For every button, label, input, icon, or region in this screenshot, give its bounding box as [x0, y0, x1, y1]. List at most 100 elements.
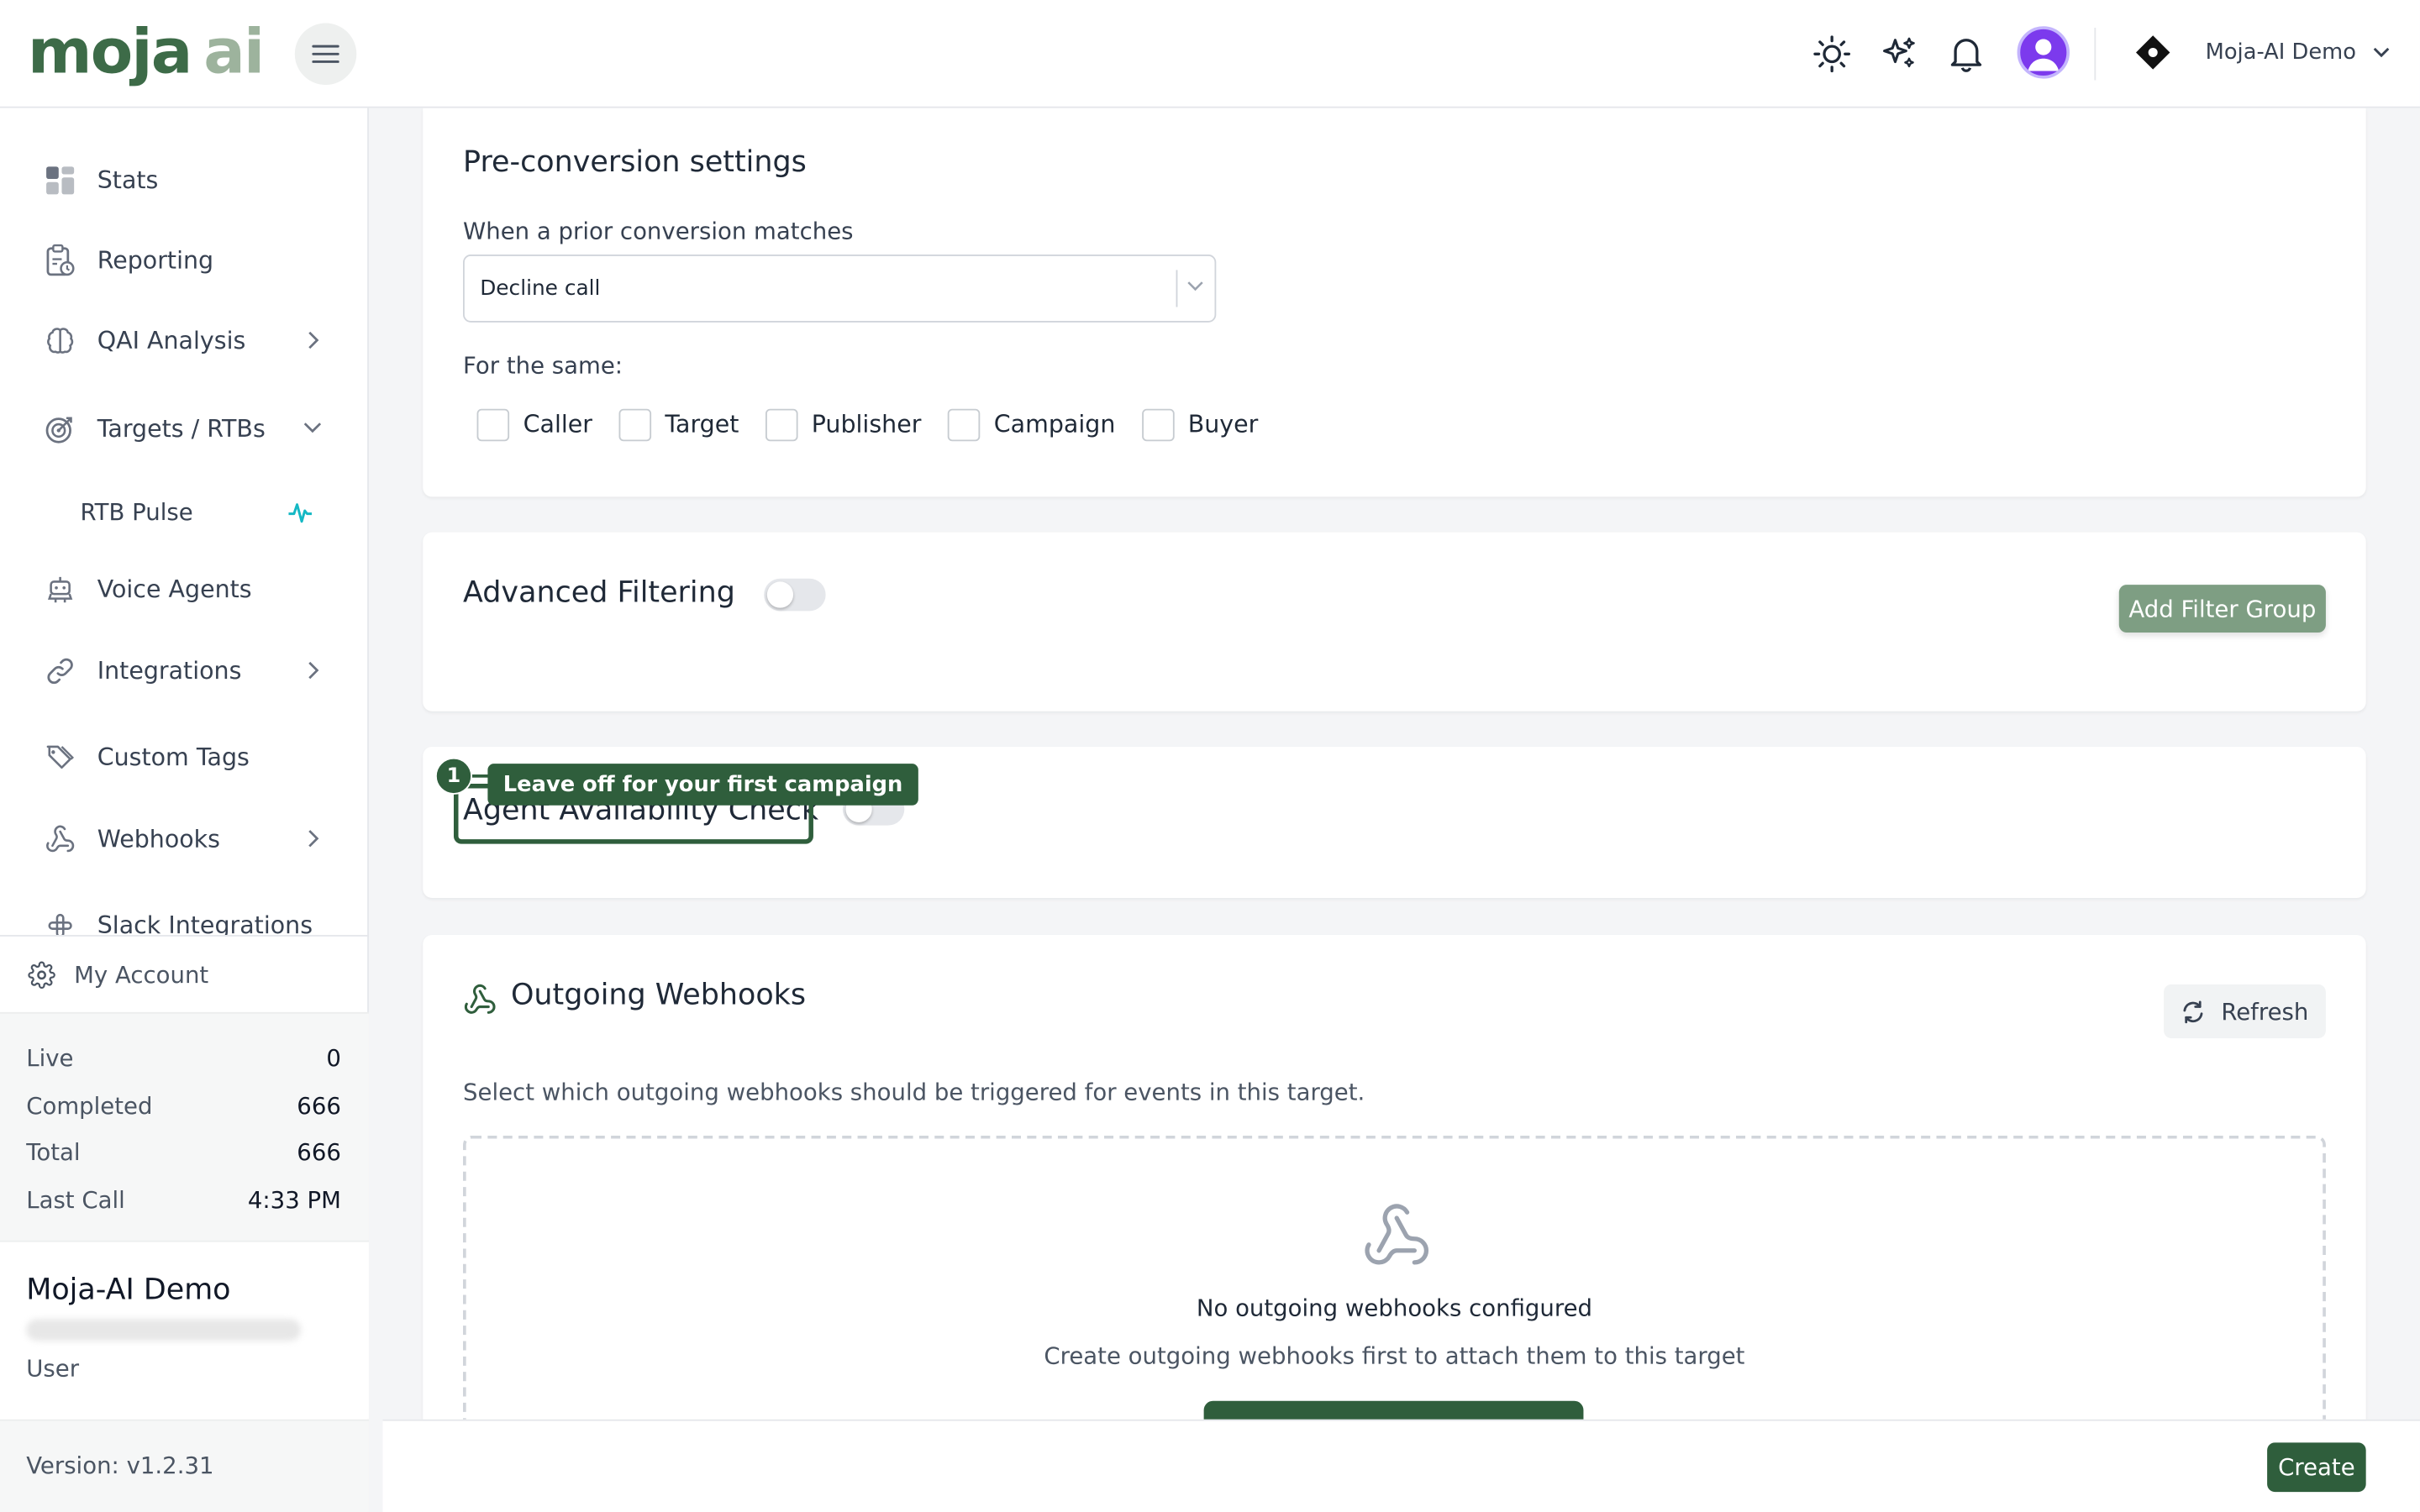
grid-icon [43, 164, 76, 197]
agent-availability-card: Agent Availability Check 1 Leave off for… [423, 746, 2366, 898]
stat-value: 4:33 PM [247, 1185, 341, 1215]
chevron-right-icon [308, 830, 319, 848]
stat-label: Last Call [26, 1185, 125, 1215]
sidebar-item-targets-rtbs[interactable]: Targets / RTBs [43, 406, 329, 452]
stat-row-total: Total 666 [26, 1129, 341, 1176]
empty-state-subtitle: Create outgoing webhooks first to attach… [1044, 1341, 1745, 1370]
tour-step-badge: 1 [434, 757, 473, 795]
stat-value: 666 [297, 1138, 341, 1168]
top-bar: moja ai Moja-AI Demo [0, 0, 2420, 108]
sidebar-item-label: Integrations [97, 657, 242, 685]
target-icon [43, 412, 76, 445]
checkbox-publisher[interactable] [765, 407, 798, 441]
webhook-icon [43, 822, 76, 856]
stat-label: Live [26, 1044, 74, 1073]
checkbox-label: Target [665, 410, 739, 438]
gear-icon [28, 960, 55, 989]
user-email-redacted [26, 1319, 302, 1341]
call-stats-panel: Live 0 Completed 666 Total 666 Last Call 4:3… [0, 1011, 369, 1241]
checkbox-buyer[interactable] [1141, 407, 1175, 441]
slack-icon [43, 909, 76, 936]
sidebar-item-label: Reporting [97, 246, 214, 275]
robot-icon [43, 572, 76, 606]
app-version: Version: v1.2.31 [0, 1419, 369, 1512]
sidebar-item-label: Slack Integrations [97, 911, 313, 936]
menu-toggle-button[interactable] [294, 23, 357, 86]
checkbox-caller[interactable] [476, 407, 510, 441]
divider [2094, 28, 2096, 81]
chevron-down-icon [1187, 281, 1203, 291]
stat-value: 0 [326, 1044, 341, 1073]
sidebar-item-label: QAI Analysis [97, 327, 246, 355]
add-filter-group-button[interactable]: Add Filter Group [2118, 585, 2326, 633]
chevron-down-icon [2373, 47, 2389, 58]
chevron-right-icon [308, 331, 319, 349]
sidebar: Stats Reporting QAI Analysis Targets / R… [0, 108, 369, 1512]
sidebar-item-slack-integrations[interactable]: Slack Integrations [43, 902, 329, 936]
stat-label: Total [26, 1138, 81, 1168]
checkbox-target[interactable] [618, 407, 651, 441]
section-title: Outgoing Webhooks [510, 978, 807, 1012]
org-selector[interactable]: Moja-AI Demo [2134, 31, 2390, 74]
sidebar-item-integrations[interactable]: Integrations [43, 648, 329, 694]
my-account-link[interactable]: My Account [0, 935, 369, 1012]
sidebar-item-label: RTB Pulse [80, 498, 193, 527]
empty-state-title: No outgoing webhooks configured [1196, 1294, 1593, 1323]
checkbox-label: Publisher [811, 410, 922, 438]
create-button[interactable]: Create [2267, 1442, 2366, 1493]
chevron-down-icon [303, 423, 322, 433]
logo-primary: moja [28, 17, 192, 88]
clipboard-clock-icon [43, 244, 76, 277]
stat-row-last-call: Last Call 4:33 PM [26, 1176, 341, 1223]
conversion-action-select[interactable]: Decline call [463, 255, 1217, 323]
refresh-button[interactable]: Refresh [2164, 984, 2326, 1039]
advanced-filtering-card: Advanced Filtering Add Filter Group [423, 532, 2366, 711]
sidebar-item-label: Voice Agents [97, 575, 252, 604]
brain-icon [43, 324, 76, 358]
select-divider [1176, 270, 1178, 307]
tour-tooltip: Leave off for your first campaign [487, 764, 918, 806]
sun-icon[interactable] [1812, 34, 1852, 74]
user-name: Moja-AI Demo [26, 1273, 231, 1307]
user-role: User [26, 1354, 80, 1383]
sidebar-item-custom-tags[interactable]: Custom Tags [43, 734, 329, 780]
sidebar-item-stats[interactable]: Stats [43, 157, 329, 203]
preconversion-card: Pre-conversion settings When a prior con… [423, 108, 2366, 497]
bell-icon[interactable] [1946, 34, 1986, 74]
org-name: Moja-AI Demo [2205, 39, 2356, 66]
link-icon [43, 654, 76, 688]
avatar[interactable] [2017, 26, 2070, 79]
section-title: Advanced Filtering [463, 575, 735, 610]
stat-value: 666 [297, 1091, 341, 1120]
checkbox-campaign[interactable] [947, 407, 981, 441]
my-account-label: My Account [74, 960, 209, 989]
refresh-label: Refresh [2221, 997, 2309, 1026]
sidebar-item-voice-agents[interactable]: Voice Agents [43, 566, 329, 612]
user-avatar-icon [2028, 39, 2060, 71]
sidebar-item-label: Targets / RTBs [97, 415, 266, 444]
hamburger-icon [312, 45, 339, 63]
sidebar-item-label: Webhooks [97, 825, 220, 853]
checkbox-label: Campaign [993, 410, 1116, 438]
pulse-icon [288, 503, 313, 523]
sidebar-item-label: Custom Tags [97, 743, 250, 772]
toggle-knob [766, 581, 794, 608]
sidebar-item-rtb-pulse[interactable]: RTB Pulse [81, 494, 320, 531]
field-label: When a prior conversion matches [463, 217, 854, 246]
stat-label: Completed [26, 1091, 153, 1120]
sidebar-item-webhooks[interactable]: Webhooks [43, 816, 329, 863]
advanced-filtering-toggle[interactable] [764, 578, 826, 612]
chevron-right-icon [308, 661, 319, 680]
sidebar-item-reporting[interactable]: Reporting [43, 238, 329, 284]
stat-row-live: Live 0 [26, 1035, 341, 1082]
section-title: Pre-conversion settings [463, 144, 807, 180]
stat-row-completed: Completed 666 [26, 1082, 341, 1129]
sparkles-icon[interactable] [1880, 34, 1920, 74]
form-footer: Create [382, 1419, 2420, 1512]
match-scope-checkboxes: Caller Target Publisher Campaign Buyer [476, 407, 1285, 441]
select-value: Decline call [480, 276, 601, 302]
diamond-logo-icon [2135, 35, 2170, 70]
webhook-icon [464, 984, 496, 1014]
logo[interactable]: moja ai [28, 15, 265, 89]
sidebar-item-qai-analysis[interactable]: QAI Analysis [43, 318, 329, 364]
